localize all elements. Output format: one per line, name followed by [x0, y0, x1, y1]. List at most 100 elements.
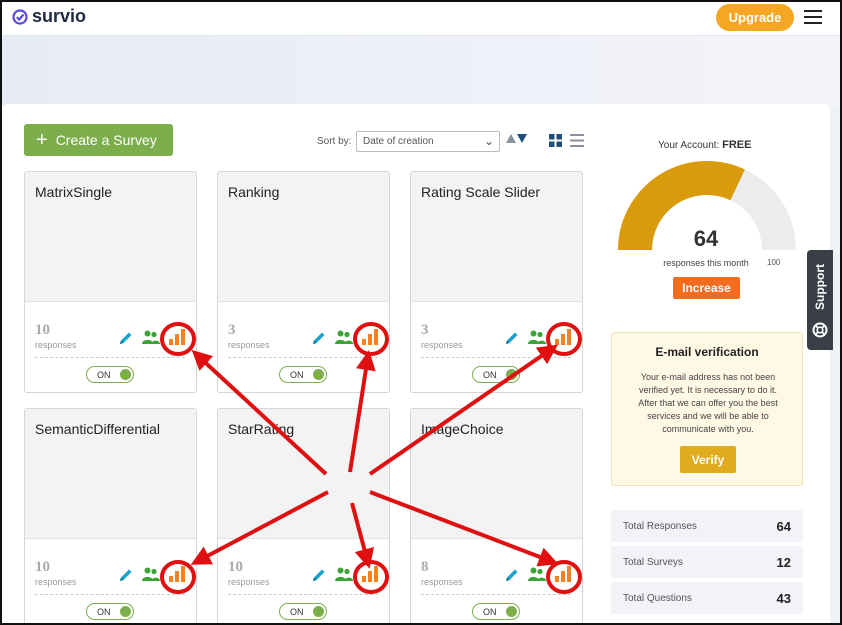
increase-button[interactable]: Increase [673, 277, 740, 299]
stat-value: 43 [776, 591, 791, 606]
sort-order-toggle[interactable] [506, 134, 527, 143]
email-verification-box: E-mail verification Your e-mail address … [611, 332, 803, 486]
collaborators-icon[interactable] [335, 566, 353, 582]
create-survey-label: Create a Survey [55, 132, 157, 148]
response-count: 3 [421, 322, 429, 338]
toggle-label: ON [97, 607, 111, 617]
bar-chart-icon[interactable] [361, 328, 379, 345]
sort-select-value: Date of creation [363, 136, 434, 147]
verification-title: E-mail verification [655, 345, 759, 359]
toggle-knob [313, 606, 324, 617]
sort-descending-icon[interactable] [517, 134, 527, 143]
stat-label: Total Responses [623, 521, 697, 532]
toggle-label: ON [483, 370, 497, 380]
collaborators-icon[interactable] [528, 329, 546, 345]
lifebuoy-icon [812, 322, 828, 338]
pencil-icon[interactable] [504, 567, 520, 583]
toggle-label: ON [483, 607, 497, 617]
survey-title[interactable]: StarRating [228, 421, 294, 437]
card-divider [35, 594, 185, 595]
survey-toggle[interactable]: ON [472, 603, 520, 620]
response-count: 10 [35, 559, 50, 575]
survey-card[interactable]: Ranking 3 responses ON [217, 171, 390, 393]
stat-label: Total Surveys [623, 557, 684, 568]
list-view-icon[interactable] [570, 134, 584, 147]
responses-label: responses [228, 577, 270, 587]
collaborators-icon[interactable] [335, 329, 353, 345]
response-count: 8 [421, 559, 429, 575]
survey-toggle[interactable]: ON [472, 366, 520, 383]
survey-toggle[interactable]: ON [279, 366, 327, 383]
stat-value: 64 [776, 519, 791, 534]
survey-title[interactable]: Ranking [228, 184, 279, 200]
card-divider [35, 357, 185, 358]
survey-card[interactable]: MatrixSingle 10 responses ON [24, 171, 197, 393]
logo-check-icon [12, 8, 28, 25]
survey-card[interactable]: SemanticDifferential 10 responses ON [24, 408, 197, 625]
logo-text: survio [32, 6, 87, 26]
survey-title[interactable]: SemanticDifferential [35, 421, 160, 437]
toggle-knob [120, 369, 131, 380]
stat-total-surveys: Total Surveys 12 [611, 546, 803, 578]
upgrade-button[interactable]: Upgrade [716, 4, 794, 31]
pencil-icon[interactable] [504, 330, 520, 346]
pencil-icon[interactable] [311, 330, 327, 346]
card-divider [421, 357, 571, 358]
survey-card[interactable]: Rating Scale Slider 3 responses ON [410, 171, 583, 393]
card-divider [228, 357, 378, 358]
bar-chart-icon[interactable] [361, 565, 379, 582]
toggle-knob [506, 369, 517, 380]
pencil-icon[interactable] [311, 567, 327, 583]
survey-title[interactable]: MatrixSingle [35, 184, 112, 200]
toggle-knob [506, 606, 517, 617]
account-plan: FREE [722, 139, 752, 151]
survey-toggle[interactable]: ON [279, 603, 327, 620]
collaborators-icon[interactable] [528, 566, 546, 582]
create-survey-button[interactable]: + Create a Survey [24, 124, 173, 156]
pencil-icon[interactable] [118, 330, 134, 346]
card-divider [421, 594, 571, 595]
response-count: 10 [35, 322, 50, 338]
pencil-icon[interactable] [118, 567, 134, 583]
collaborators-icon[interactable] [142, 329, 160, 345]
survey-card[interactable]: ImageChoice 8 responses ON [410, 408, 583, 625]
survey-title[interactable]: ImageChoice [421, 421, 504, 437]
toggle-knob [313, 369, 324, 380]
toggle-knob [120, 606, 131, 617]
chevron-down-icon: ⌄ [483, 134, 494, 148]
grid-view-icon[interactable] [549, 134, 562, 147]
responses-label: responses [421, 340, 463, 350]
menu-icon[interactable] [804, 10, 822, 24]
support-tab[interactable]: Support [807, 250, 833, 350]
gauge-value: 64 [693, 226, 719, 251]
survey-card[interactable]: StarRating 10 responses ON [217, 408, 390, 625]
verify-button[interactable]: Verify [680, 446, 736, 473]
account-label: Your Account: FREE [658, 139, 751, 151]
top-bar: survio Upgrade [0, 0, 842, 36]
hero-banner [0, 36, 842, 106]
bar-chart-icon[interactable] [554, 328, 572, 345]
bar-chart-icon[interactable] [554, 565, 572, 582]
toggle-label: ON [97, 370, 111, 380]
toggle-label: ON [290, 370, 304, 380]
survey-title[interactable]: Rating Scale Slider [421, 184, 540, 200]
responses-label: responses [35, 340, 77, 350]
survey-toggle[interactable]: ON [86, 603, 134, 620]
gauge-subtitle: responses this month [663, 258, 749, 268]
stat-label: Total Questions [623, 593, 692, 604]
plus-icon: + [36, 129, 48, 151]
gauge-max: 100 [767, 258, 781, 267]
responses-label: responses [35, 577, 77, 587]
toggle-label: ON [290, 607, 304, 617]
sort-select[interactable]: Date of creation ⌄ [356, 131, 500, 152]
collaborators-icon[interactable] [142, 566, 160, 582]
stat-value: 12 [776, 555, 791, 570]
bar-chart-icon[interactable] [168, 565, 186, 582]
support-label: Support [813, 264, 827, 310]
survey-toggle[interactable]: ON [86, 366, 134, 383]
view-switcher [549, 134, 584, 147]
sort-label: Sort by: [317, 136, 352, 147]
sort-ascending-icon[interactable] [506, 134, 516, 143]
survio-logo[interactable]: survio [12, 6, 86, 27]
bar-chart-icon[interactable] [168, 328, 186, 345]
